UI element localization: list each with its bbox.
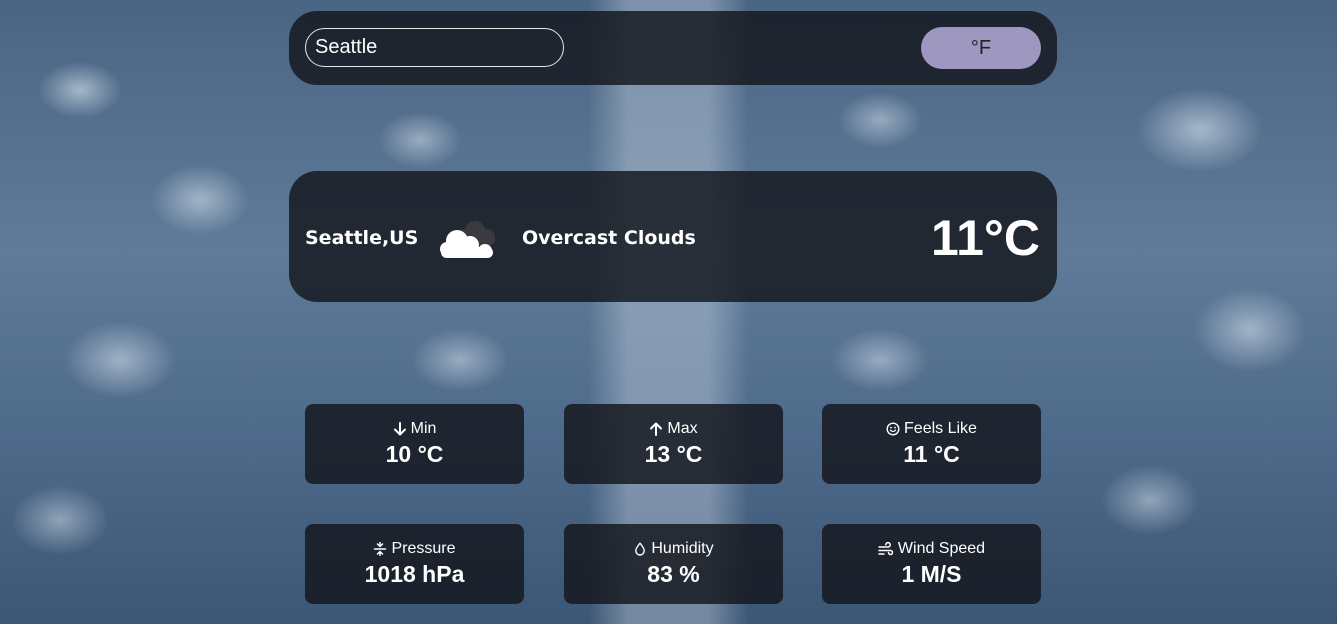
stat-card-max: Max 13 °C <box>564 404 783 484</box>
stat-value: 1018 hPa <box>364 561 465 587</box>
stat-label: Min <box>410 420 437 437</box>
arrow-down-icon <box>393 422 406 436</box>
current-weather-card: Seattle,US Overcast Clouds 11°C <box>289 171 1057 302</box>
stat-card-feels-like: Feels Like 11 °C <box>822 404 1041 484</box>
stat-card-min: Min 10 °C <box>305 404 524 484</box>
stat-value: 10 °C <box>385 441 444 467</box>
stat-value: 83 % <box>647 561 700 587</box>
stat-value: 11 °C <box>903 441 960 467</box>
droplet-icon <box>635 542 646 556</box>
stat-value: 1 M/S <box>901 561 962 587</box>
pressure-icon <box>374 542 387 556</box>
stat-card-pressure: Pressure 1018 hPa <box>305 524 524 604</box>
stat-label: Max <box>667 420 698 437</box>
cloud-icon <box>440 221 495 258</box>
current-temperature: 11°C <box>931 210 1040 266</box>
stat-card-wind-speed: Wind Speed 1 M/S <box>822 524 1041 604</box>
arrow-up-icon <box>650 422 663 436</box>
stat-label: Wind Speed <box>897 540 986 557</box>
stat-label: Feels Like <box>904 420 977 437</box>
city-search-input[interactable] <box>305 28 564 67</box>
wind-icon <box>878 542 894 556</box>
stat-value: 13 °C <box>644 441 703 467</box>
stat-label: Pressure <box>391 540 456 557</box>
stat-label: Humidity <box>651 540 714 557</box>
stat-card-humidity: Humidity 83 % <box>564 524 783 604</box>
location-name: Seattle,US <box>305 227 419 249</box>
unit-toggle-button[interactable]: °F <box>921 27 1041 69</box>
smiley-icon <box>886 422 900 436</box>
search-bar: °F <box>289 11 1057 85</box>
weather-condition: Overcast Clouds <box>522 227 696 249</box>
